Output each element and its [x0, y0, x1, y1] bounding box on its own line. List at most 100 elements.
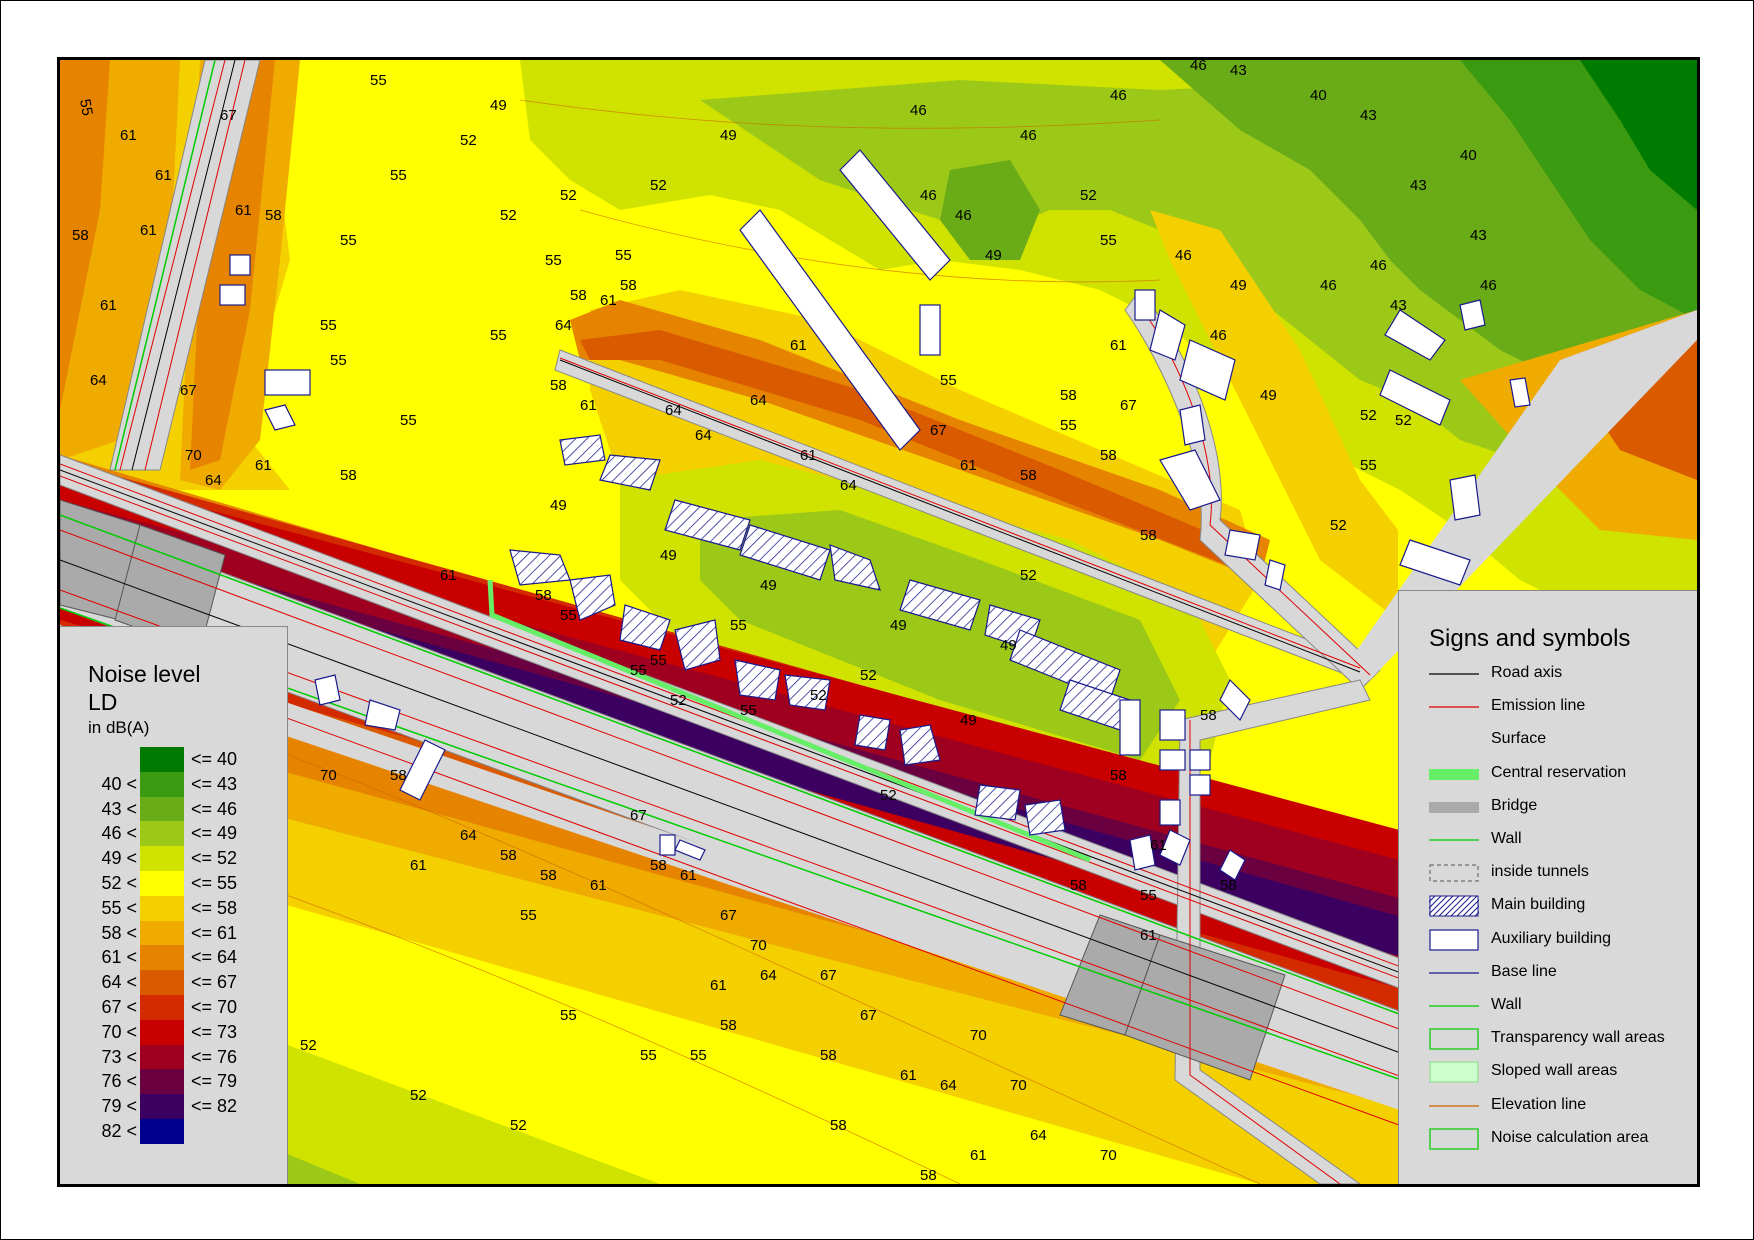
svg-text:61: 61 [900, 1067, 917, 1084]
symbol-label: Auxiliary building [1491, 929, 1612, 947]
svg-text:55: 55 [340, 232, 357, 249]
svg-text:61: 61 [1140, 927, 1157, 944]
svg-text:61: 61 [1110, 337, 1127, 354]
noise-class-swatch [140, 1044, 184, 1070]
noise-class-row: 73 < <= 76 [60, 1044, 287, 1070]
noise-class-upper: <= 43 [191, 773, 238, 794]
svg-text:46: 46 [1190, 60, 1207, 74]
noise-class-swatch [140, 895, 184, 921]
svg-text:64: 64 [555, 317, 572, 334]
symbol-swatch [1429, 1061, 1479, 1083]
svg-text:52: 52 [1360, 407, 1377, 424]
svg-text:46: 46 [1110, 87, 1127, 104]
noise-map[interactable]: 55 61 61 58 61 64 61 67 61 58 67 70 64 6… [57, 57, 1700, 1187]
svg-text:55: 55 [1140, 887, 1157, 904]
legend-unit: in dB(A) [88, 718, 150, 737]
svg-text:58: 58 [540, 867, 557, 884]
svg-text:58: 58 [1070, 877, 1087, 894]
noise-class-swatch [140, 771, 184, 797]
noise-class-upper: <= 58 [191, 897, 238, 918]
noise-class-lower: 64 < [101, 972, 137, 993]
symbol-label: Wall [1491, 830, 1522, 847]
noise-class-row: 43 < <= 46 [60, 796, 287, 822]
symbol-label: Road axis [1491, 664, 1563, 681]
svg-text:61: 61 [440, 567, 457, 584]
svg-text:58: 58 [830, 1117, 847, 1134]
svg-text:52: 52 [1020, 567, 1037, 584]
svg-text:55: 55 [640, 1047, 657, 1064]
noise-class-upper: <= 61 [191, 922, 238, 943]
svg-text:61: 61 [600, 292, 617, 309]
symbol-label: Transparency wall areas [1491, 1029, 1665, 1047]
noise-class-row: 70 < <= 73 [60, 1019, 287, 1045]
noise-class-row: 49 < <= 52 [60, 846, 287, 872]
noise-class-upper: <= 67 [191, 972, 238, 993]
noise-class-lower: 70 < [101, 1021, 137, 1042]
svg-text:58: 58 [265, 207, 282, 224]
svg-text:58: 58 [650, 857, 667, 874]
symbols-legend-title: Signs and symbols [1429, 625, 1631, 652]
svg-text:58: 58 [1020, 467, 1037, 484]
svg-text:58: 58 [535, 587, 552, 604]
svg-text:64: 64 [750, 392, 767, 409]
noise-class-upper: <= 46 [191, 798, 238, 819]
svg-text:58: 58 [720, 1017, 737, 1034]
svg-text:58: 58 [390, 767, 407, 784]
symbol-row: Emission line [1429, 692, 1694, 720]
symbol-swatch [1429, 1028, 1479, 1050]
noise-class-upper: <= 70 [191, 997, 238, 1017]
svg-text:58: 58 [500, 847, 517, 864]
noise-class-lower: 55 < [101, 897, 137, 918]
svg-text:64: 64 [940, 1077, 957, 1094]
noise-class-upper: <= 73 [191, 1021, 238, 1042]
svg-text:61: 61 [710, 977, 727, 994]
svg-text:61: 61 [590, 877, 607, 894]
noise-class-lower: 40 < [101, 773, 137, 794]
svg-text:46: 46 [1480, 277, 1497, 294]
svg-text:61: 61 [100, 297, 117, 314]
symbol-row: Elevation line [1429, 1091, 1694, 1119]
symbol-label: Main building [1491, 896, 1586, 914]
svg-text:55: 55 [560, 1007, 577, 1024]
svg-text:70: 70 [1100, 1147, 1117, 1164]
svg-text:58: 58 [1110, 767, 1127, 784]
noise-class-swatch [140, 920, 184, 946]
symbol-swatch [1429, 829, 1479, 851]
svg-text:52: 52 [460, 132, 477, 149]
svg-text:64: 64 [760, 967, 777, 984]
noise-class-upper: <= 55 [191, 873, 238, 893]
noise-class-swatch [140, 871, 184, 896]
svg-text:52: 52 [880, 787, 897, 804]
svg-text:46: 46 [1210, 327, 1227, 344]
noise-class-upper: <= 52 [191, 848, 238, 869]
svg-text:64: 64 [665, 402, 682, 419]
noise-level-legend: Noise level LD in dB(A) <= 40 40 < <= 43 43… [60, 626, 288, 1184]
symbol-label: Base line [1491, 962, 1557, 980]
noise-class-upper: <= 64 [191, 947, 238, 968]
symbol-row: inside tunnels [1429, 858, 1694, 886]
noise-class-row: 82 < [60, 1119, 287, 1144]
svg-text:58: 58 [820, 1047, 837, 1064]
symbol-label: Sloped wall areas [1491, 1062, 1618, 1080]
svg-text:49: 49 [660, 547, 677, 564]
svg-text:58: 58 [1200, 707, 1217, 724]
svg-text:43: 43 [1410, 177, 1427, 194]
symbol-swatch [1429, 796, 1479, 818]
svg-text:61: 61 [580, 397, 597, 414]
symbol-row: Road axis [1429, 659, 1694, 687]
svg-text:55: 55 [1100, 232, 1117, 249]
svg-text:40: 40 [1310, 87, 1327, 104]
svg-text:67: 67 [220, 107, 237, 124]
symbol-row: Main building [1429, 891, 1694, 919]
svg-text:55: 55 [940, 372, 957, 389]
noise-class-swatch [140, 747, 184, 772]
svg-text:52: 52 [410, 1087, 427, 1104]
noise-class-lower: 61 < [101, 947, 137, 968]
svg-text:43: 43 [1360, 107, 1377, 124]
noise-class-row: <= 40 [60, 747, 287, 772]
symbol-row: Auxiliary building [1429, 925, 1694, 953]
svg-text:52: 52 [670, 692, 687, 709]
svg-text:49: 49 [985, 247, 1002, 264]
svg-text:58: 58 [340, 467, 357, 484]
svg-text:55: 55 [730, 617, 747, 634]
